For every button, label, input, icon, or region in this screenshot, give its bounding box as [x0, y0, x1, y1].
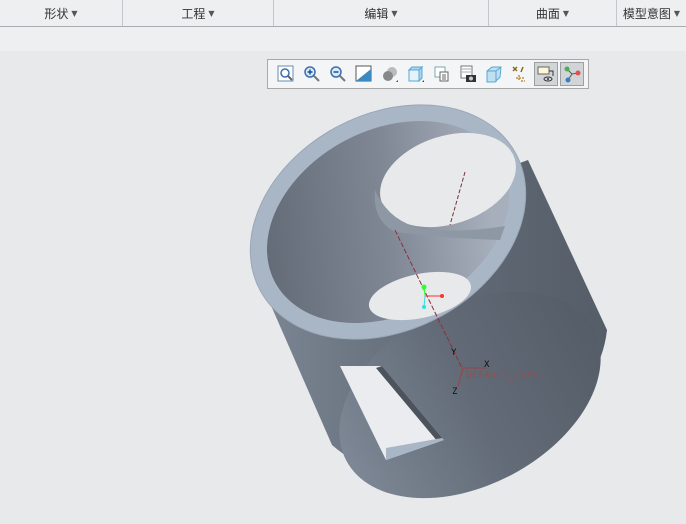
zoom-out-button[interactable]	[326, 62, 350, 86]
zoom-in-button[interactable]	[300, 62, 324, 86]
view-manager-icon	[434, 66, 449, 82]
ribbon-group-shape[interactable]: 形状 ▼	[0, 0, 123, 26]
ribbon-group-bar: 形状 ▼ 工程 ▼ 编辑 ▼ 曲面 ▼ 模型意图 ▼	[0, 0, 686, 27]
group-label: 工程	[181, 6, 206, 21]
view-toolbar	[267, 59, 589, 89]
ribbon-group-surface[interactable]: 曲面 ▼	[489, 0, 617, 26]
ribbon-group-model-intent[interactable]: 模型意图 ▼	[617, 0, 686, 26]
section-icon	[486, 66, 502, 83]
dropdown-arrow-icon: ▼	[208, 8, 215, 18]
dropdown-arrow-icon: ▼	[71, 8, 78, 18]
dropdown-arrow-icon: ▼	[391, 8, 398, 18]
axis-y-label: Y	[451, 348, 457, 358]
ribbon-subbar	[0, 27, 686, 51]
refit-button[interactable]	[274, 62, 298, 86]
group-label: 模型意图	[622, 6, 671, 21]
ribbon-group-edit[interactable]: 编辑 ▼	[274, 0, 489, 26]
saved-orientations-icon	[407, 65, 424, 83]
axis-z-label: Z	[452, 387, 458, 397]
display-style-button[interactable]	[378, 62, 402, 86]
view-manager-button[interactable]	[430, 62, 454, 86]
datum-display-icon	[512, 66, 525, 82]
datum-display-button[interactable]	[508, 62, 532, 86]
dropdown-arrow-icon: ▼	[562, 8, 570, 18]
repaint-icon	[355, 65, 372, 82]
section-button[interactable]	[482, 62, 506, 86]
refit-icon	[277, 65, 294, 82]
csys-label: DEFAULT_CSYS	[466, 370, 538, 381]
graphics-window[interactable]: Y X Z DEFAULT_CSYS	[0, 51, 686, 520]
perspective-view-button[interactable]	[456, 62, 480, 86]
dropdown-arrow-icon: ▼	[673, 8, 681, 18]
model-viewport[interactable]: Y X Z DEFAULT_CSYS	[0, 51, 686, 520]
annotation-display-button[interactable]	[534, 62, 558, 86]
axis-x-label: X	[484, 360, 490, 370]
repaint-button[interactable]	[352, 62, 376, 86]
ribbon-group-engineering[interactable]: 工程 ▼	[123, 0, 274, 26]
group-label: 形状	[44, 6, 69, 21]
spin-center-button[interactable]	[560, 62, 584, 86]
group-label: 编辑	[364, 6, 389, 21]
spin-center-icon	[564, 66, 581, 83]
display-style-icon	[383, 67, 398, 82]
group-label: 曲面	[535, 6, 560, 21]
zoom-out-icon	[330, 66, 346, 82]
saved-orientations-button[interactable]	[404, 62, 428, 86]
annotation-display-icon	[537, 66, 554, 82]
zoom-in-icon	[304, 66, 320, 82]
perspective-view-icon	[460, 65, 476, 82]
